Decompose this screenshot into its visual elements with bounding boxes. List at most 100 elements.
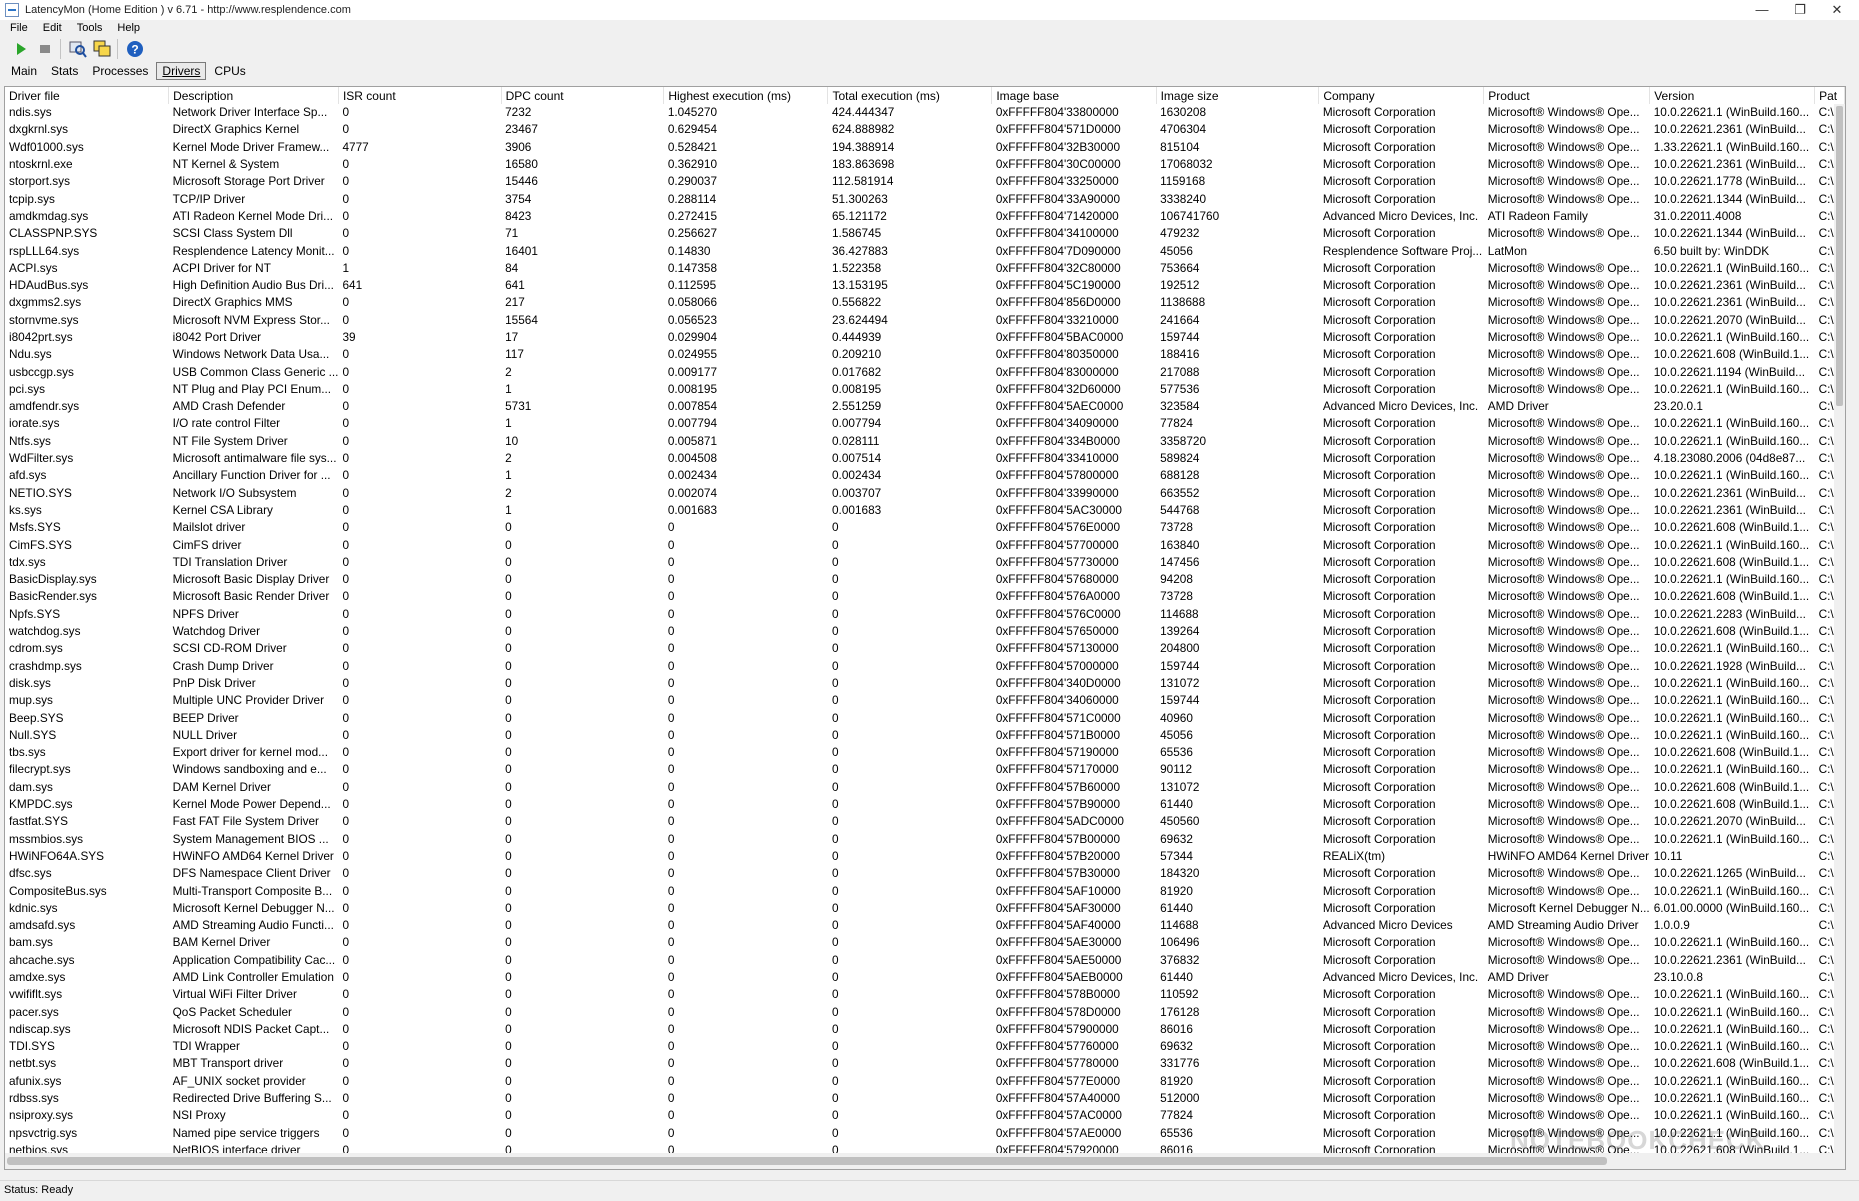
table-row[interactable]: ntoskrnl.exe NT Kernel & System 0 16580 0.36… <box>5 156 1845 173</box>
table-row[interactable]: Beep.SYS BEEP Driver 0 0 0 0 0xFFFFF804'571C00… <box>5 709 1845 726</box>
table-row[interactable]: CLASSPNP.SYS SCSI Class System Dll 0 71 0.25… <box>5 225 1845 242</box>
menu-help[interactable]: Help <box>107 22 145 34</box>
table-row[interactable]: bam.sys BAM Kernel Driver 0 0 0 0 0xFFFFF804'5… <box>5 934 1845 951</box>
table-row[interactable]: usbccgp.sys USB Common Class Generic ... 0… <box>5 363 1845 380</box>
table-row[interactable]: NETIO.SYS Network I/O Subsystem 0 2 0.002074… <box>5 485 1845 502</box>
table-row[interactable]: KMPDC.sys Kernel Mode Power Depend... 0 0 0 0… <box>5 796 1845 813</box>
table-row[interactable]: Npfs.SYS NPFS Driver 0 0 0 0 0xFFFFF804'576C00… <box>5 606 1845 623</box>
column-header-company[interactable]: Company <box>1318 87 1485 104</box>
cell-image-size: 77824 <box>1160 416 1193 431</box>
tab-drivers[interactable]: Drivers <box>156 62 207 80</box>
table-row[interactable]: amdfendr.sys AMD Crash Defender 0 5731 0.007… <box>5 398 1845 415</box>
cell-highest-execution: 0 <box>667 987 675 1002</box>
column-header-description[interactable]: Description <box>168 87 339 104</box>
help-icon[interactable]: ? <box>124 38 146 60</box>
column-header-total-execution[interactable]: Total execution (ms) <box>827 87 993 104</box>
cell-image-base: 0xFFFFF804'5AEC0000 <box>995 399 1124 414</box>
stop-icon[interactable] <box>34 38 56 60</box>
table-row[interactable]: tbs.sys Export driver for kernel mod... 0 0… <box>5 744 1845 761</box>
table-row[interactable]: fastfat.SYS Fast FAT File System Driver 0 0… <box>5 813 1845 830</box>
table-row[interactable]: amdsafd.sys AMD Streaming Audio Functi...… <box>5 917 1845 934</box>
play-icon[interactable] <box>10 38 32 60</box>
table-row[interactable]: filecrypt.sys Windows sandboxing and e...… <box>5 761 1845 778</box>
column-header-product[interactable]: Product <box>1483 87 1651 104</box>
table-row[interactable]: Msfs.SYS Mailslot driver 0 0 0 0 0xFFFFF804'57… <box>5 519 1845 536</box>
close-button[interactable]: ✕ <box>1815 0 1859 20</box>
search-icon[interactable] <box>67 38 89 60</box>
table-row[interactable]: crashdmp.sys Crash Dump Driver 0 0 0 0 0xFFFFF… <box>5 658 1845 675</box>
table-row[interactable]: HWiNFO64A.SYS HWiNFO AMD64 Kernel Driver 0… <box>5 848 1845 865</box>
menu-edit[interactable]: Edit <box>33 22 67 34</box>
table-row[interactable]: storport.sys Microsoft Storage Port Drive… <box>5 173 1845 190</box>
table-row[interactable]: Wdf01000.sys Kernel Mode Driver Framew...… <box>5 139 1845 156</box>
menu-tools[interactable]: Tools <box>67 22 108 34</box>
table-row[interactable]: rspLLL64.sys Resplendence Latency Monit..… <box>5 242 1845 259</box>
cell-highest-execution: 0 <box>667 900 675 915</box>
tab-cpus[interactable]: CPUs <box>208 62 251 80</box>
column-header-path[interactable]: Pat <box>1814 87 1845 104</box>
table-row[interactable]: i8042prt.sys i8042 Port Driver 39 17 0.02990… <box>5 329 1845 346</box>
table-row[interactable]: watchdog.sys Watchdog Driver 0 0 0 0 0xFFFFF80… <box>5 623 1845 640</box>
table-row[interactable]: TDI.SYS TDI Wrapper 0 0 0 0 0xFFFFF804'5776000… <box>5 1038 1845 1055</box>
column-header-image-base[interactable]: Image base <box>991 87 1157 104</box>
table-row[interactable]: ndis.sys Network Driver Interface Sp... 0 7… <box>5 104 1845 121</box>
table-row[interactable]: afunix.sys AF_UNIX socket provider 0 0 0 0 0xF… <box>5 1073 1845 1090</box>
table-row[interactable]: vwififlt.sys Virtual WiFi Filter Driver 0 0… <box>5 986 1845 1003</box>
table-row[interactable]: dxgkrnl.sys DirectX Graphics Kernel 0 23467… <box>5 121 1845 138</box>
table-row[interactable]: iorate.sys I/O rate control Filter 0 1 0.007… <box>5 415 1845 432</box>
column-header-image-size[interactable]: Image size <box>1156 87 1320 104</box>
column-header-driver-file[interactable]: Driver file <box>5 87 170 104</box>
column-header-isr-count[interactable]: ISR count <box>338 87 502 104</box>
table-row[interactable]: dfsc.sys DFS Namespace Client Driver 0 0 0 0 0… <box>5 865 1845 882</box>
table-row[interactable]: tdx.sys TDI Translation Driver 0 0 0 0 0xFFFFF… <box>5 554 1845 571</box>
table-row[interactable]: ACPI.sys ACPI Driver for NT 1 84 0.147358 1.5… <box>5 260 1845 277</box>
table-row[interactable]: HDAudBus.sys High Definition Audio Bus Dr… <box>5 277 1845 294</box>
table-row[interactable]: dam.sys DAM Kernel Driver 0 0 0 0 0xFFFFF804'5… <box>5 779 1845 796</box>
table-row[interactable]: afd.sys Ancillary Function Driver for ...… <box>5 467 1845 484</box>
table-row[interactable]: BasicDisplay.sys Microsoft Basic Display … <box>5 571 1845 588</box>
cell-highest-execution: 0.002434 <box>667 468 718 483</box>
cell-image-base: 0xFFFFF804'571C0000 <box>995 710 1121 725</box>
cell-description: NPFS Driver <box>172 606 239 621</box>
table-row[interactable]: WdFilter.sys Microsoft antimalware file s… <box>5 450 1845 467</box>
table-row[interactable]: CimFS.SYS CimFS driver 0 0 0 0 0xFFFFF804'5770… <box>5 536 1845 553</box>
table-row[interactable]: dxgmms2.sys DirectX Graphics MMS 0 217 0.058… <box>5 294 1845 311</box>
table-row[interactable]: kdnic.sys Microsoft Kernel Debugger N... 0… <box>5 900 1845 917</box>
table-row[interactable]: Null.SYS NULL Driver 0 0 0 0 0xFFFFF804'571B00… <box>5 727 1845 744</box>
horizontal-scroll-thumb[interactable] <box>7 1157 1607 1165</box>
table-row[interactable]: ndiscap.sys Microsoft NDIS Packet Capt...… <box>5 1021 1845 1038</box>
table-row[interactable]: ahcache.sys Application Compatibility Cac… <box>5 952 1845 969</box>
tab-processes[interactable]: Processes <box>86 62 154 80</box>
vertical-scroll-thumb[interactable] <box>1836 106 1843 406</box>
table-row[interactable]: tcpip.sys TCP/IP Driver 0 3754 0.288114 51.30… <box>5 190 1845 207</box>
menu-file[interactable]: File <box>0 22 33 34</box>
column-header-dpc-count[interactable]: DPC count <box>501 87 665 104</box>
column-header-version[interactable]: Version <box>1649 87 1816 104</box>
table-row[interactable]: Ntfs.sys NT File System Driver 0 10 0.005871… <box>5 433 1845 450</box>
table-row[interactable]: pci.sys NT Plug and Play PCI Enum... 0 1 0.0… <box>5 381 1845 398</box>
table-row[interactable]: Ndu.sys Windows Network Data Usa... 0 117 0.… <box>5 346 1845 363</box>
table-row[interactable]: ks.sys Kernel CSA Library 0 1 0.001683 0.0016… <box>5 502 1845 519</box>
cell-dpc-count: 0 <box>505 831 512 846</box>
column-header-highest-execution[interactable]: Highest execution (ms) <box>663 87 829 104</box>
table-row[interactable]: stornvme.sys Microsoft NVM Express Stor..… <box>5 312 1845 329</box>
table-row[interactable]: cdrom.sys SCSI CD-ROM Driver 0 0 0 0 0xFFFFF80… <box>5 640 1845 657</box>
table-row[interactable]: BasicRender.sys Microsoft Basic Render Dr… <box>5 588 1845 605</box>
tab-main[interactable]: Main <box>5 62 43 80</box>
vertical-scrollbar[interactable] <box>1834 104 1845 1154</box>
table-row[interactable]: nsiproxy.sys NSI Proxy 0 0 0 0 0xFFFFF804'57AC… <box>5 1107 1845 1124</box>
cell-image-base: 0xFFFFF804'57900000 <box>995 1021 1119 1036</box>
table-row[interactable]: CompositeBus.sys Multi-Transport Composit… <box>5 882 1845 899</box>
cell-version: 10.0.22621.1 (WinBuild.160... <box>1653 641 1810 656</box>
cell-image-base: 0xFFFFF804'32D60000 <box>995 381 1121 396</box>
table-row[interactable]: mssmbios.sys System Management BIOS ... 0 0… <box>5 830 1845 847</box>
table-row[interactable]: disk.sys PnP Disk Driver 0 0 0 0 0xFFFFF804'34… <box>5 675 1845 692</box>
tab-stats[interactable]: Stats <box>45 62 84 80</box>
table-row[interactable]: amdxe.sys AMD Link Controller Emulation 0 0… <box>5 969 1845 986</box>
table-row[interactable]: pacer.sys QoS Packet Scheduler 0 0 0 0 0xFFFFF… <box>5 1003 1845 1020</box>
table-row[interactable]: netbt.sys MBT Transport driver 0 0 0 0 0xFFFFF… <box>5 1055 1845 1072</box>
table-row[interactable]: mup.sys Multiple UNC Provider Driver 0 0 0 0 0… <box>5 692 1845 709</box>
windows-icon[interactable] <box>91 38 113 60</box>
table-row[interactable]: rdbss.sys Redirected Drive Buffering S...… <box>5 1090 1845 1107</box>
table-row[interactable]: amdkmdag.sys ATI Radeon Kernel Mode Dri..… <box>5 208 1845 225</box>
